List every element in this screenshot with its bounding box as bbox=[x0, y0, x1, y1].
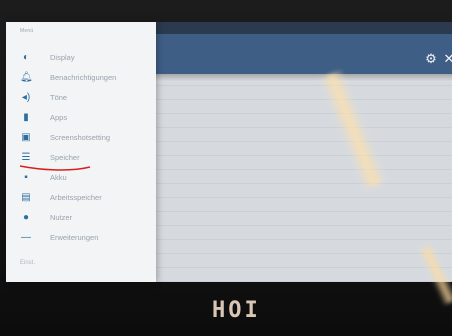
speaker-icon: ◂) bbox=[21, 92, 31, 103]
nav-item-sounds[interactable]: ◂) Töne bbox=[6, 88, 156, 108]
nav-item-memory[interactable]: ▤ Arbeitsspeicher bbox=[6, 188, 156, 208]
drawer-header: Menü bbox=[20, 28, 34, 34]
bell-icon: 🔔︎ bbox=[20, 72, 33, 83]
nav-item-notifications[interactable]: 🔔︎ Benachrichtigungen bbox=[6, 68, 156, 88]
gear-icon[interactable]: ⚙ bbox=[424, 52, 438, 66]
image-icon: ▣ bbox=[21, 132, 31, 143]
nav-item-storage[interactable]: ☰ Speicher bbox=[6, 148, 156, 168]
brightness-icon: ◐ bbox=[22, 52, 30, 63]
device-brand-logo: HOI bbox=[212, 298, 261, 323]
main-content bbox=[156, 82, 452, 282]
nav-item-label: Erweiterungen bbox=[50, 233, 99, 242]
close-icon[interactable]: ✕ bbox=[442, 52, 452, 66]
nav-item-label: Apps bbox=[50, 113, 68, 122]
drawer-footer: Einst. bbox=[20, 260, 36, 266]
nav-item-label: Akku bbox=[50, 173, 67, 182]
nav-item-users[interactable]: ● Nutzer bbox=[6, 208, 156, 228]
navigation-drawer: Menü ◐ Display 🔔︎ Benachrichtigungen ◂) … bbox=[6, 22, 156, 282]
nav-item-label: Töne bbox=[50, 93, 68, 102]
nav-item-label: Arbeitsspeicher bbox=[50, 193, 102, 202]
nav-item-screenshot[interactable]: ▣ Screenshotsetting bbox=[6, 128, 156, 148]
memory-icon: ▤ bbox=[21, 192, 31, 203]
battery-icon: ▪ bbox=[24, 172, 28, 183]
nav-item-label: Nutzer bbox=[50, 213, 73, 222]
apps-icon: ▮ bbox=[23, 112, 29, 123]
nav-item-label: Display bbox=[50, 53, 75, 62]
storage-icon: ☰ bbox=[21, 152, 31, 163]
nav-item-display[interactable]: ◐ Display bbox=[6, 48, 156, 68]
nav-item-label: Benachrichtigungen bbox=[50, 73, 117, 82]
nav-item-extensions[interactable]: — Erweiterungen bbox=[6, 228, 156, 248]
nav-item-battery[interactable]: ▪ Akku bbox=[6, 168, 156, 188]
extension-icon: — bbox=[21, 232, 31, 243]
nav-item-apps[interactable]: ▮ Apps bbox=[6, 108, 156, 128]
nav-item-label: Speicher bbox=[50, 153, 80, 162]
user-icon: ● bbox=[22, 212, 30, 223]
nav-item-label: Screenshotsetting bbox=[50, 133, 111, 142]
